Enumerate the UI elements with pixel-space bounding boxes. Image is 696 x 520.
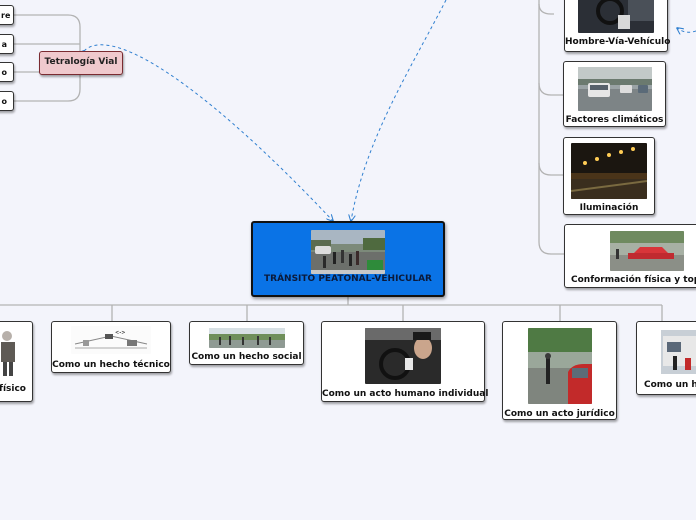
central-topic-title: TRÁNSITO PEATONAL-VEHICULAR (264, 274, 432, 284)
bottom-item-1-label: físico (0, 384, 26, 394)
tetralogia-vial-label: Tetralogía Vial (44, 57, 118, 67)
night-road-image (571, 143, 647, 199)
technical-diagram-image: <-> (71, 326, 151, 354)
right-item-conformacion-fisica[interactable]: Conformación física y topog (564, 224, 696, 288)
bottom-connector (0, 297, 663, 321)
bottom-item-hecho-tecnico[interactable]: <-> Como un hecho técnico (51, 321, 171, 373)
left-item-2-label: a (1, 40, 7, 49)
bottom-item-2-label: Como un hecho técnico (52, 360, 170, 370)
crowded-street-image (208, 328, 285, 348)
left-item-3-label: o (1, 68, 8, 77)
right-item-4-label: Conformación física y topog (571, 275, 696, 285)
right-item-iluminacion[interactable]: Iluminación (563, 137, 655, 215)
bottom-item-acto-humano[interactable]: Como un acto humano individual (321, 321, 489, 402)
right-item-2-label: Factores climáticos (565, 115, 664, 125)
right-item-hombre-via-vehiculo[interactable]: Hombre-Vía-Vehículo (564, 0, 671, 52)
left-item-1-label: re (1, 11, 11, 20)
left-item-2[interactable]: a (0, 34, 14, 54)
bottom-item-hecho-partial[interactable]: Como un he (636, 321, 696, 395)
bottom-item-5-label: Como un acto jurídico (504, 409, 615, 419)
police-car-image (527, 328, 592, 404)
person-image (1, 331, 15, 376)
street-crossing-image (311, 230, 385, 274)
right-item-factores-climaticos[interactable]: Factores climáticos (563, 61, 666, 127)
bus-image (661, 330, 696, 374)
bottom-item-hecho-social[interactable]: Como un hecho social (189, 321, 304, 365)
car-accident-image (610, 231, 684, 271)
car-driver-image (578, 0, 654, 33)
left-item-1[interactable]: re (0, 5, 14, 25)
tetralogia-vial-node[interactable]: Tetralogía Vial (39, 51, 123, 75)
bottom-item-4-label: Como un acto humano individual (322, 389, 489, 399)
bottom-item-6-label: Como un he (644, 380, 696, 390)
svg-text:<->: <-> (115, 330, 125, 336)
right-item-1-label: Hombre-Vía-Vehículo (565, 37, 671, 47)
rainy-traffic-image (577, 67, 652, 111)
bottom-item-acto-juridico[interactable]: Como un acto jurídico (502, 321, 617, 420)
left-item-3[interactable]: o (0, 62, 14, 82)
left-item-4-label: o (1, 97, 8, 106)
right-connector (538, 0, 564, 255)
central-topic-node[interactable]: TRÁNSITO PEATONAL-VEHICULAR (251, 221, 445, 297)
right-item-3-label: Iluminación (579, 203, 639, 213)
phone-driver-image (365, 328, 441, 384)
bottom-item-3-label: Como un hecho social (191, 352, 302, 362)
left-item-4[interactable]: o (0, 91, 14, 111)
bottom-item-fisico[interactable]: físico (0, 321, 33, 402)
